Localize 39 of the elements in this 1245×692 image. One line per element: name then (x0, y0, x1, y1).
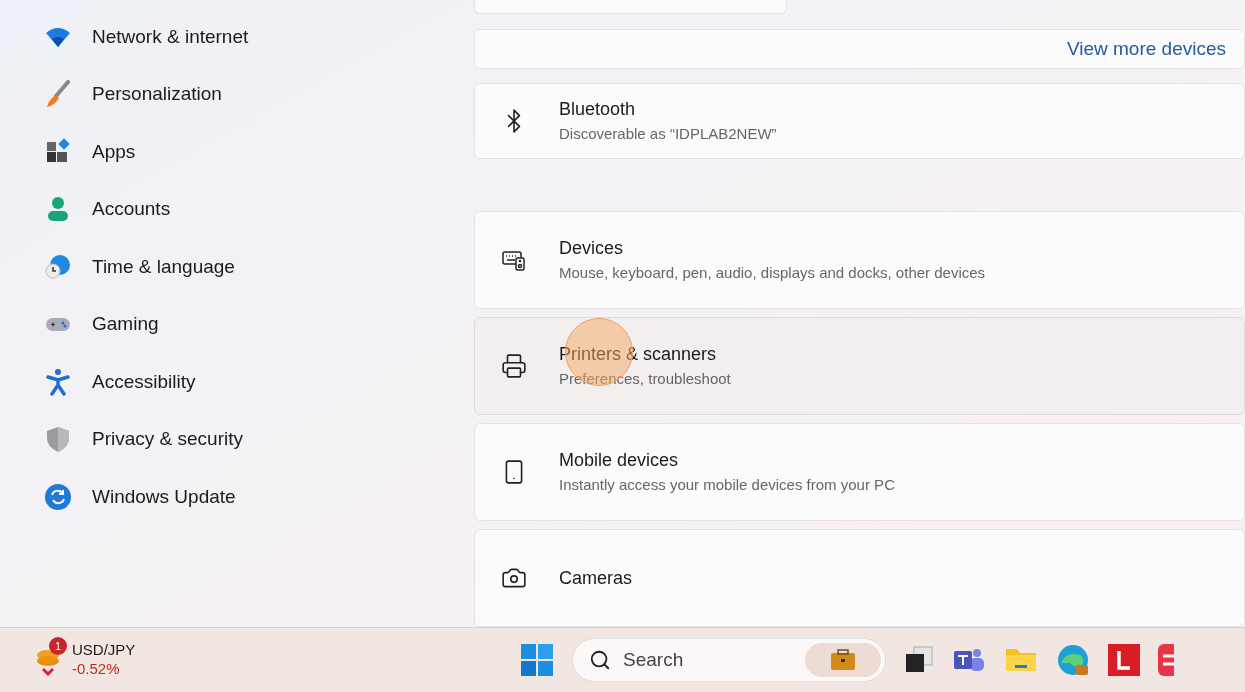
sidebar-item[interactable]: Time & language (38, 238, 474, 296)
settings-card[interactable]: Mobile devices Instantly access your mobile devices from your PC (474, 423, 1245, 521)
view-more-devices-link[interactable]: View more devices (1066, 34, 1226, 64)
browser-icon[interactable] (1056, 643, 1090, 677)
windows-logo-icon[interactable] (520, 643, 554, 677)
currency-change: -0.52% (72, 660, 121, 679)
printer-icon (501, 353, 527, 379)
card-subtitle: Instantly access your mobile devices from your PC (559, 475, 895, 496)
card-title: Devices (559, 237, 625, 261)
sidebar-item[interactable]: Privacy & security (38, 410, 474, 468)
sidebar-item[interactable]: Personalization (38, 65, 474, 123)
shield-icon (44, 425, 72, 454)
letter-app-icon[interactable] (1108, 644, 1140, 676)
sidebar-item[interactable]: Network & internet (38, 8, 474, 66)
sidebar-item[interactable]: Apps (38, 123, 474, 181)
update-icon (44, 482, 72, 511)
card-subtitle: Discoverable as “IDPLAB2NEW” (559, 124, 777, 145)
sidebar-item[interactable]: Accounts (38, 180, 474, 238)
app-icon[interactable] (1158, 644, 1174, 676)
notification-badge: 1 (49, 637, 67, 655)
card-title: Cameras (559, 566, 633, 590)
sidebar-item[interactable]: Accessibility (38, 353, 474, 411)
search-bar[interactable]: Search (572, 638, 886, 682)
briefcase-icon (805, 643, 881, 677)
accessibility-icon (44, 367, 72, 396)
sidebar-item[interactable]: Windows Update (38, 468, 474, 526)
bluetooth-card[interactable]: Bluetooth Discoverable as “IDPLAB2NEW” (474, 82, 1245, 159)
card-title: Bluetooth (559, 98, 637, 122)
sidebar-item[interactable]: Gaming (38, 295, 474, 353)
card-title: Mobile devices (559, 449, 680, 473)
globe-clock-icon (44, 252, 72, 281)
search-icon (589, 649, 611, 671)
search-field[interactable]: Search (623, 645, 793, 675)
card-subtitle: Mouse, keyboard, pen, audio, displays and docks, other devices (559, 263, 986, 284)
settings-card[interactable]: Devices Mouse, keyboard, pen, audio, displays and docks, other devices (474, 211, 1245, 309)
paintbrush-icon (44, 80, 72, 109)
task-view-icon[interactable] (904, 645, 934, 675)
settings-card[interactable]: Cameras (474, 529, 1245, 627)
currency-pair: USD/JPY (72, 641, 136, 660)
